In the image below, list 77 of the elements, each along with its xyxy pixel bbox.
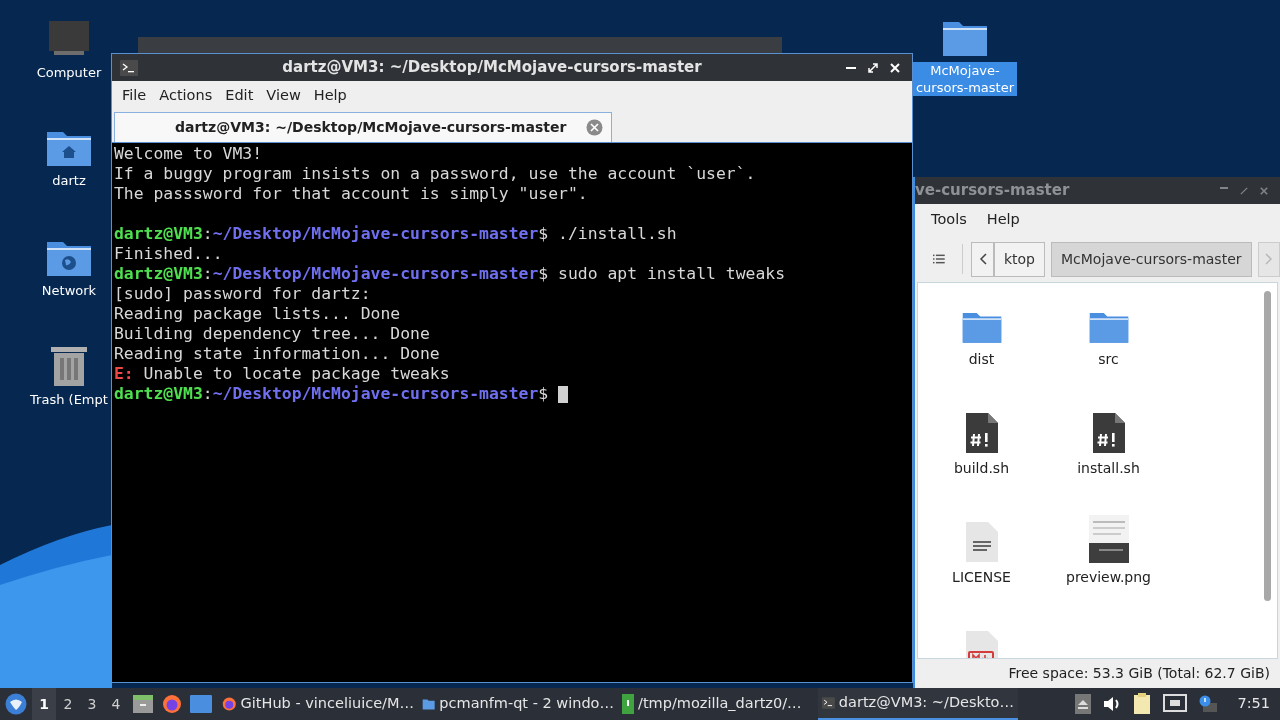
file-name[interactable]: LICENSE bbox=[952, 567, 1011, 588]
text-file-icon bbox=[964, 521, 999, 563]
terminal-icon bbox=[120, 59, 138, 76]
script-file-icon bbox=[1091, 412, 1126, 454]
file-name[interactable]: dist bbox=[968, 349, 995, 370]
workspace-button[interactable]: 1 bbox=[32, 688, 56, 720]
menu-item[interactable]: Help bbox=[313, 85, 347, 107]
workspace-button[interactable]: 4 bbox=[104, 688, 128, 720]
terminal-tab[interactable]: dartz@VM3: ~/Desktop/McMojave-cursors-master bbox=[114, 112, 612, 142]
breadcrumb-button[interactable]: ktop bbox=[993, 241, 1045, 277]
trash-icon bbox=[50, 345, 88, 387]
terminal-text: Unable to locate package tweaks bbox=[142, 364, 450, 383]
terminal-text: : bbox=[202, 264, 213, 283]
terminal-text: : bbox=[202, 224, 213, 243]
error-prefix: E: bbox=[114, 364, 134, 383]
prompt-path: ~/Desktop/McMojave-cursors-master bbox=[212, 264, 539, 283]
task-button[interactable]: /tmp/mozilla_dartz0/… bbox=[618, 688, 818, 720]
notification-icon[interactable] bbox=[1199, 695, 1218, 713]
desktop-icon-label[interactable]: dartz bbox=[50, 172, 88, 189]
maximize-icon[interactable] bbox=[868, 62, 878, 73]
archive-icon bbox=[622, 694, 634, 714]
desktop-icon-label[interactable]: Network bbox=[39, 282, 99, 299]
menu-item[interactable]: File bbox=[122, 85, 147, 107]
terminal-text: Welcome to VM3! bbox=[114, 144, 263, 163]
task-button[interactable]: dartz@VM3: ~/Deskto… bbox=[818, 688, 1018, 720]
scrollbar-thumb[interactable] bbox=[1264, 291, 1271, 601]
terminal-text: $ bbox=[538, 384, 550, 403]
terminal-text: $ sudo apt install tweaks bbox=[538, 264, 786, 283]
terminal-text: If a buggy program insists on a password, use the account `user`. bbox=[114, 164, 756, 183]
terminal-text: Reading state information... Done bbox=[114, 344, 440, 363]
workspace-button[interactable]: 2 bbox=[56, 688, 80, 720]
network-icon[interactable] bbox=[1163, 694, 1188, 714]
minimize-button[interactable] bbox=[846, 66, 856, 69]
prompt-path: ~/Desktop/McMojave-cursors-master bbox=[212, 224, 539, 243]
window-title: ve-cursors-master bbox=[915, 180, 1071, 202]
chevron-left-icon bbox=[978, 253, 987, 265]
list-view-icon[interactable] bbox=[933, 253, 945, 265]
tab-label: dartz@VM3: ~/Desktop/McMojave-cursors-master bbox=[175, 118, 568, 137]
desktop-icon-label[interactable]: Trash (Empt bbox=[28, 391, 110, 408]
clock[interactable]: 7:51 bbox=[1237, 693, 1270, 715]
terminal-text: Reading package lists... Done bbox=[114, 304, 401, 323]
back-button[interactable] bbox=[971, 241, 994, 277]
status-text: Free space: 53.3 GiB (Total: 62.7 GiB) bbox=[1008, 664, 1270, 683]
terminal-icon bbox=[822, 695, 835, 711]
menu-item[interactable]: Edit bbox=[225, 85, 254, 107]
terminal-text: The passsword for that account is simply "user". bbox=[114, 184, 588, 203]
terminal-text: : bbox=[202, 384, 213, 403]
terminal-text: Finished... bbox=[114, 244, 223, 263]
clipboard-icon[interactable] bbox=[1133, 693, 1152, 715]
script-file-icon bbox=[964, 412, 999, 454]
chevron-right-icon bbox=[1264, 253, 1273, 265]
close-tab-icon[interactable] bbox=[586, 119, 603, 136]
breadcrumb-button[interactable]: McMojave-cursors-master bbox=[1051, 241, 1252, 277]
desktop-icon-label[interactable]: Computer bbox=[34, 64, 104, 81]
prompt-user: dartz@VM3 bbox=[114, 224, 203, 243]
workspace-button[interactable]: 3 bbox=[80, 688, 104, 720]
menu-item[interactable]: Tools bbox=[931, 209, 967, 231]
terminal-text: $ ./install.sh bbox=[538, 224, 677, 243]
file-name[interactable]: src bbox=[1098, 349, 1119, 370]
prompt-user: dartz@VM3 bbox=[114, 384, 203, 403]
file-name[interactable]: build.sh bbox=[953, 458, 1009, 479]
prompt-user: dartz@VM3 bbox=[114, 264, 203, 283]
task-button[interactable]: GitHub - vinceliuice/M… bbox=[218, 688, 418, 720]
eject-icon[interactable] bbox=[1075, 694, 1092, 714]
close-icon[interactable] bbox=[890, 62, 900, 73]
prompt-path: ~/Desktop/McMojave-cursors-master bbox=[212, 384, 539, 403]
menu-item[interactable]: Actions bbox=[159, 85, 213, 107]
task-button[interactable]: pcmanfm-qt - 2 windo… bbox=[418, 688, 618, 720]
file-name[interactable]: preview.png bbox=[1066, 567, 1151, 588]
start-menu-icon[interactable] bbox=[5, 693, 27, 715]
text-cursor bbox=[558, 386, 569, 403]
file-name[interactable]: install.sh bbox=[1077, 458, 1140, 479]
menu-item[interactable]: Help bbox=[986, 209, 1020, 231]
menu-item[interactable]: View bbox=[266, 85, 301, 107]
terminal-text: [sudo] password for dartz: bbox=[114, 284, 371, 303]
window-title: dartz@VM3: ~/Desktop/McMojave-cursors-master bbox=[281, 57, 703, 79]
terminal-text: Building dependency tree... Done bbox=[114, 324, 430, 343]
